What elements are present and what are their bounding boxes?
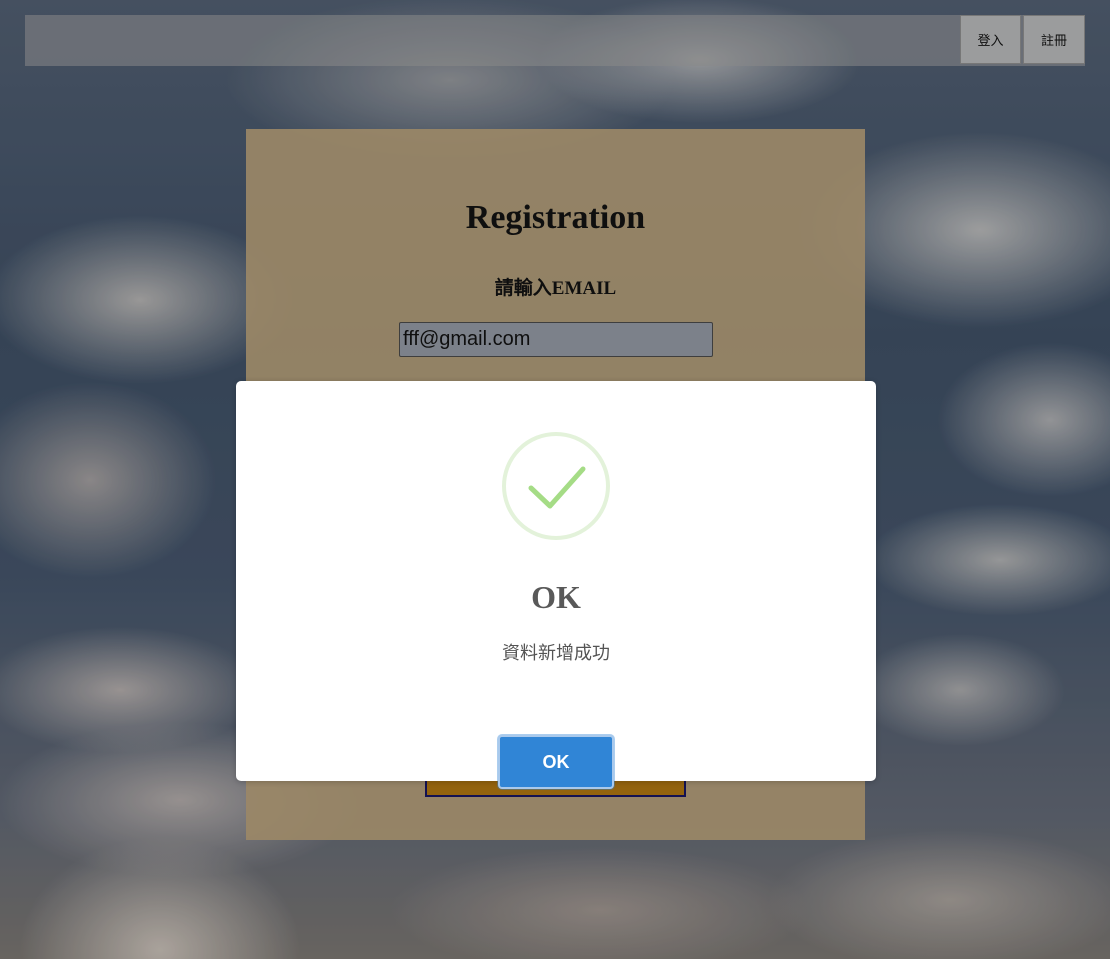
- success-dialog: OK 資料新增成功 OK: [236, 381, 876, 789]
- success-check-icon: [502, 432, 610, 540]
- confirm-ok-button[interactable]: OK: [498, 735, 614, 789]
- dialog-message: 資料新增成功: [502, 643, 610, 664]
- dialog-title: OK: [531, 579, 581, 615]
